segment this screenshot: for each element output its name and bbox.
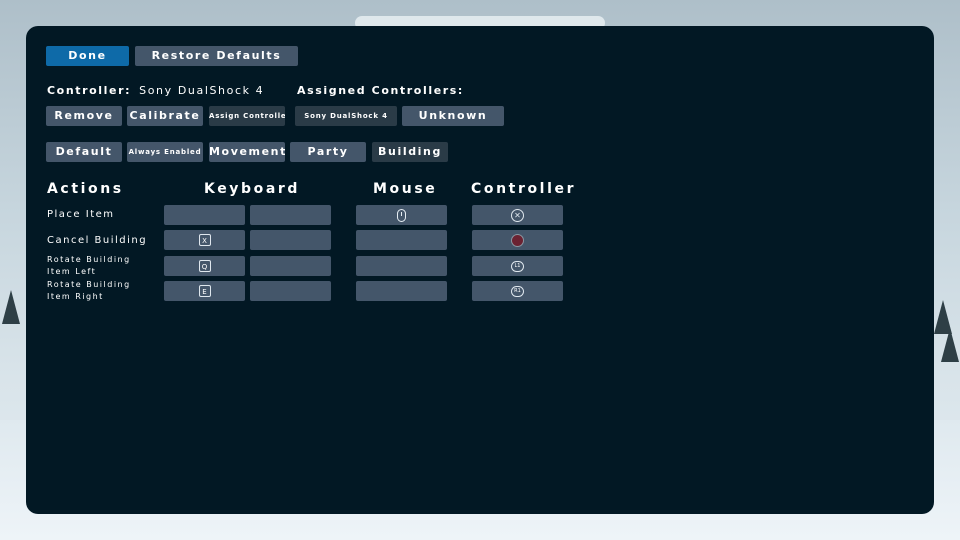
- key-q-icon: Q: [198, 260, 211, 272]
- action-label: Rotate Building Item Right: [47, 280, 131, 301]
- mouse-binding[interactable]: [356, 205, 447, 225]
- keyboard-binding-secondary[interactable]: [250, 281, 331, 301]
- mouse-left-click-icon: [397, 208, 406, 222]
- column-header-keyboard: Keyboard: [204, 181, 301, 197]
- action-label: Place Item: [47, 209, 115, 220]
- controller-binding[interactable]: R1: [472, 281, 563, 301]
- keyboard-binding-primary[interactable]: Q: [164, 256, 245, 276]
- keyboard-binding-primary[interactable]: [164, 205, 245, 225]
- assigned-controller-unknown[interactable]: Unknown: [402, 106, 504, 126]
- tab-party[interactable]: Party: [290, 142, 366, 162]
- assigned-controllers-label: Assigned Controllers:: [297, 84, 464, 97]
- controller-binding[interactable]: L1: [472, 256, 563, 276]
- mouse-binding[interactable]: [356, 256, 447, 276]
- tab-building[interactable]: Building: [372, 142, 448, 162]
- key-e-icon: E: [198, 285, 211, 297]
- cross-button-icon: ✕: [511, 208, 524, 222]
- keyboard-binding-secondary[interactable]: [250, 256, 331, 276]
- calibrate-button[interactable]: Calibrate: [127, 106, 203, 126]
- l1-button-icon: L1: [511, 260, 524, 272]
- r1-button-icon: R1: [511, 285, 524, 297]
- keyboard-binding-secondary[interactable]: [250, 230, 331, 250]
- tree-decoration: [941, 328, 959, 362]
- mouse-binding[interactable]: [356, 230, 447, 250]
- controller-label-text: Controller:: [47, 84, 132, 97]
- key-x-icon: X: [198, 234, 211, 246]
- done-button[interactable]: Done: [46, 46, 129, 66]
- assigned-controller-sony[interactable]: Sony DualShock 4: [295, 106, 397, 126]
- control-settings-panel: Done Restore Defaults Controller: Sony Du…: [26, 26, 934, 514]
- column-header-controller: Controller: [471, 181, 577, 197]
- tree-decoration: [2, 290, 20, 324]
- controller-binding[interactable]: ✕: [472, 205, 563, 225]
- controller-name: Sony DualShock 4: [139, 84, 265, 97]
- action-label: Rotate Building Item Left: [47, 255, 131, 276]
- keyboard-binding-primary[interactable]: X: [164, 230, 245, 250]
- column-header-mouse: Mouse: [373, 181, 438, 197]
- keyboard-binding-secondary[interactable]: [250, 205, 331, 225]
- assign-controller-button[interactable]: Assign Controller: [209, 106, 285, 126]
- keyboard-binding-primary[interactable]: E: [164, 281, 245, 301]
- tab-movement[interactable]: Movement: [209, 142, 285, 162]
- restore-defaults-button[interactable]: Restore Defaults: [135, 46, 298, 66]
- action-label: Cancel Building: [47, 235, 148, 246]
- column-header-actions: Actions: [47, 181, 124, 197]
- tab-always-enabled[interactable]: Always Enabled: [127, 142, 203, 162]
- controller-label: Controller: Sony DualShock 4: [47, 84, 264, 97]
- controller-binding[interactable]: [472, 230, 563, 250]
- mouse-binding[interactable]: [356, 281, 447, 301]
- remove-controller-button[interactable]: Remove: [46, 106, 122, 126]
- tab-default[interactable]: Default: [46, 142, 122, 162]
- circle-button-icon: [511, 233, 524, 247]
